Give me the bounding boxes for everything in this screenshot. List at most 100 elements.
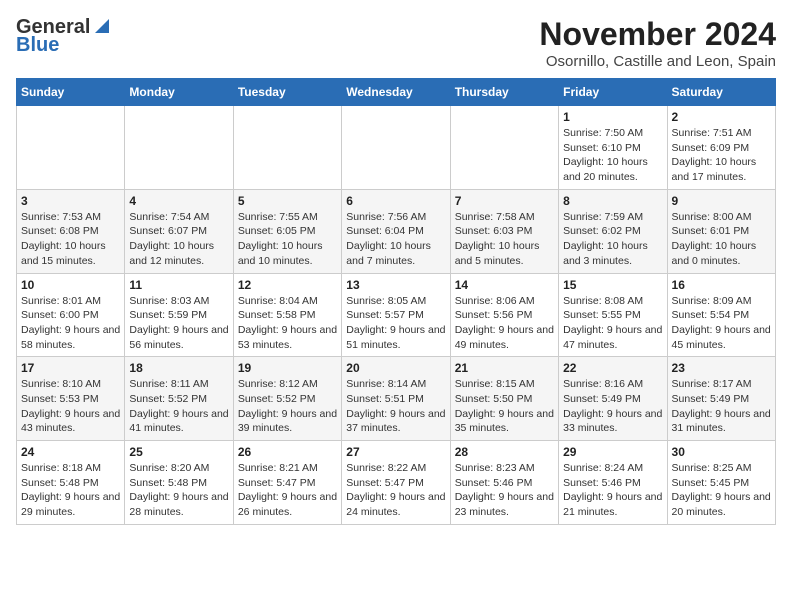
week-row-2: 3Sunrise: 7:53 AM Sunset: 6:08 PM Daylig… (17, 189, 776, 273)
calendar-cell: 7Sunrise: 7:58 AM Sunset: 6:03 PM Daylig… (450, 189, 558, 273)
calendar-cell: 16 Sunrise: 8:09 AM Sunset: 5:54 PM Dayli… (667, 273, 775, 357)
title-block: November 2024 Osornillo, Castille and Le… (539, 16, 776, 70)
day-number: 2 (672, 110, 771, 124)
day-number: 4 (129, 194, 228, 208)
day-number: 14 (455, 278, 554, 292)
calendar-cell: 23 Sunrise: 8:17 AM Sunset: 5:49 PM Dayli… (667, 357, 775, 441)
calendar-table: SundayMondayTuesdayWednesdayThursdayFrid… (16, 78, 776, 525)
calendar-cell: 29 Sunrise: 8:24 AM Sunset: 5:46 PM Dayli… (559, 441, 667, 525)
week-row-1: 1Sunrise: 7:50 AM Sunset: 6:10 PM Daylig… (17, 106, 776, 190)
calendar-cell (233, 106, 341, 190)
day-info: Sunrise: 8:16 AM Sunset: 5:49 PM Dayligh… (563, 377, 662, 436)
logo: General Blue (16, 16, 109, 56)
calendar-cell: 27 Sunrise: 8:22 AM Sunset: 5:47 PM Dayli… (342, 441, 450, 525)
day-info: Sunrise: 8:09 AM Sunset: 5:54 PM Dayligh… (672, 294, 771, 353)
day-number: 19 (238, 361, 337, 375)
day-number: 24 (21, 445, 120, 459)
day-number: 20 (346, 361, 445, 375)
calendar-cell: 2 Sunrise: 7:51 AM Sunset: 6:09 PM Daylig… (667, 106, 775, 190)
calendar-cell: 18 Sunrise: 8:11 AM Sunset: 5:52 PM Dayli… (125, 357, 233, 441)
day-number: 13 (346, 278, 445, 292)
day-info: Sunrise: 8:21 AM Sunset: 5:47 PM Dayligh… (238, 461, 337, 520)
week-row-3: 10 Sunrise: 8:01 AM Sunset: 6:00 PM Dayli… (17, 273, 776, 357)
day-number: 28 (455, 445, 554, 459)
calendar-cell: 5Sunrise: 7:55 AM Sunset: 6:05 PM Daylig… (233, 189, 341, 273)
calendar-cell: 9 Sunrise: 8:00 AM Sunset: 6:01 PM Daylig… (667, 189, 775, 273)
calendar-cell (17, 106, 125, 190)
day-info: Sunrise: 8:20 AM Sunset: 5:48 PM Dayligh… (129, 461, 228, 520)
day-info: Sunrise: 7:54 AM Sunset: 6:07 PM Dayligh… (129, 210, 228, 269)
day-info: Sunrise: 7:58 AM Sunset: 6:03 PM Dayligh… (455, 210, 554, 269)
day-number: 23 (672, 361, 771, 375)
day-info: Sunrise: 8:01 AM Sunset: 6:00 PM Dayligh… (21, 294, 120, 353)
calendar-cell (450, 106, 558, 190)
day-info: Sunrise: 8:12 AM Sunset: 5:52 PM Dayligh… (238, 377, 337, 436)
calendar-header: SundayMondayTuesdayWednesdayThursdayFrid… (17, 79, 776, 106)
day-number: 27 (346, 445, 445, 459)
day-number: 5 (238, 194, 337, 208)
day-info: Sunrise: 7:56 AM Sunset: 6:04 PM Dayligh… (346, 210, 445, 269)
calendar-cell: 3Sunrise: 7:53 AM Sunset: 6:08 PM Daylig… (17, 189, 125, 273)
day-info: Sunrise: 8:05 AM Sunset: 5:57 PM Dayligh… (346, 294, 445, 353)
day-info: Sunrise: 8:06 AM Sunset: 5:56 PM Dayligh… (455, 294, 554, 353)
logo-blue-text: Blue (16, 34, 59, 56)
calendar-cell: 25 Sunrise: 8:20 AM Sunset: 5:48 PM Dayli… (125, 441, 233, 525)
weekday-header-friday: Friday (559, 79, 667, 106)
day-number: 11 (129, 278, 228, 292)
day-number: 17 (21, 361, 120, 375)
calendar-cell: 30Sunrise: 8:25 AM Sunset: 5:45 PM Dayli… (667, 441, 775, 525)
weekday-header-wednesday: Wednesday (342, 79, 450, 106)
day-info: Sunrise: 8:23 AM Sunset: 5:46 PM Dayligh… (455, 461, 554, 520)
day-number: 25 (129, 445, 228, 459)
calendar-cell: 13 Sunrise: 8:05 AM Sunset: 5:57 PM Dayli… (342, 273, 450, 357)
day-number: 30 (672, 445, 771, 459)
day-info: Sunrise: 8:17 AM Sunset: 5:49 PM Dayligh… (672, 377, 771, 436)
calendar-cell: 1Sunrise: 7:50 AM Sunset: 6:10 PM Daylig… (559, 106, 667, 190)
day-number: 9 (672, 194, 771, 208)
week-row-4: 17 Sunrise: 8:10 AM Sunset: 5:53 PM Dayli… (17, 357, 776, 441)
day-info: Sunrise: 7:59 AM Sunset: 6:02 PM Dayligh… (563, 210, 662, 269)
day-info: Sunrise: 8:15 AM Sunset: 5:50 PM Dayligh… (455, 377, 554, 436)
day-info: Sunrise: 8:04 AM Sunset: 5:58 PM Dayligh… (238, 294, 337, 353)
day-info: Sunrise: 8:08 AM Sunset: 5:55 PM Dayligh… (563, 294, 662, 353)
weekday-header-saturday: Saturday (667, 79, 775, 106)
day-number: 1 (563, 110, 662, 124)
calendar-cell: 15Sunrise: 8:08 AM Sunset: 5:55 PM Dayli… (559, 273, 667, 357)
day-info: Sunrise: 8:00 AM Sunset: 6:01 PM Dayligh… (672, 210, 771, 269)
day-info: Sunrise: 8:11 AM Sunset: 5:52 PM Dayligh… (129, 377, 228, 436)
weekday-row: SundayMondayTuesdayWednesdayThursdayFrid… (17, 79, 776, 106)
weekday-header-tuesday: Tuesday (233, 79, 341, 106)
day-info: Sunrise: 8:24 AM Sunset: 5:46 PM Dayligh… (563, 461, 662, 520)
logo-triangle-icon (91, 17, 109, 35)
weekday-header-sunday: Sunday (17, 79, 125, 106)
day-info: Sunrise: 7:51 AM Sunset: 6:09 PM Dayligh… (672, 126, 771, 185)
calendar-cell: 6 Sunrise: 7:56 AM Sunset: 6:04 PM Daylig… (342, 189, 450, 273)
day-info: Sunrise: 8:14 AM Sunset: 5:51 PM Dayligh… (346, 377, 445, 436)
day-number: 18 (129, 361, 228, 375)
calendar-cell: 21 Sunrise: 8:15 AM Sunset: 5:50 PM Dayli… (450, 357, 558, 441)
day-number: 21 (455, 361, 554, 375)
day-number: 29 (563, 445, 662, 459)
calendar-cell (342, 106, 450, 190)
day-number: 6 (346, 194, 445, 208)
day-info: Sunrise: 8:22 AM Sunset: 5:47 PM Dayligh… (346, 461, 445, 520)
page-header: General Blue November 2024 Osornillo, Ca… (16, 16, 776, 70)
calendar-cell: 12 Sunrise: 8:04 AM Sunset: 5:58 PM Dayli… (233, 273, 341, 357)
calendar-cell: 28 Sunrise: 8:23 AM Sunset: 5:46 PM Dayli… (450, 441, 558, 525)
day-number: 10 (21, 278, 120, 292)
calendar-cell: 11 Sunrise: 8:03 AM Sunset: 5:59 PM Dayli… (125, 273, 233, 357)
calendar-body: 1Sunrise: 7:50 AM Sunset: 6:10 PM Daylig… (17, 106, 776, 525)
page-subtitle: Osornillo, Castille and Leon, Spain (539, 53, 776, 70)
calendar-cell: 4 Sunrise: 7:54 AM Sunset: 6:07 PM Daylig… (125, 189, 233, 273)
weekday-header-thursday: Thursday (450, 79, 558, 106)
day-number: 16 (672, 278, 771, 292)
day-number: 3 (21, 194, 120, 208)
calendar-cell: 24Sunrise: 8:18 AM Sunset: 5:48 PM Dayli… (17, 441, 125, 525)
day-number: 26 (238, 445, 337, 459)
day-info: Sunrise: 8:10 AM Sunset: 5:53 PM Dayligh… (21, 377, 120, 436)
day-info: Sunrise: 8:03 AM Sunset: 5:59 PM Dayligh… (129, 294, 228, 353)
calendar-cell: 26 Sunrise: 8:21 AM Sunset: 5:47 PM Dayli… (233, 441, 341, 525)
calendar-cell: 17 Sunrise: 8:10 AM Sunset: 5:53 PM Dayli… (17, 357, 125, 441)
calendar-cell: 22Sunrise: 8:16 AM Sunset: 5:49 PM Dayli… (559, 357, 667, 441)
day-number: 12 (238, 278, 337, 292)
